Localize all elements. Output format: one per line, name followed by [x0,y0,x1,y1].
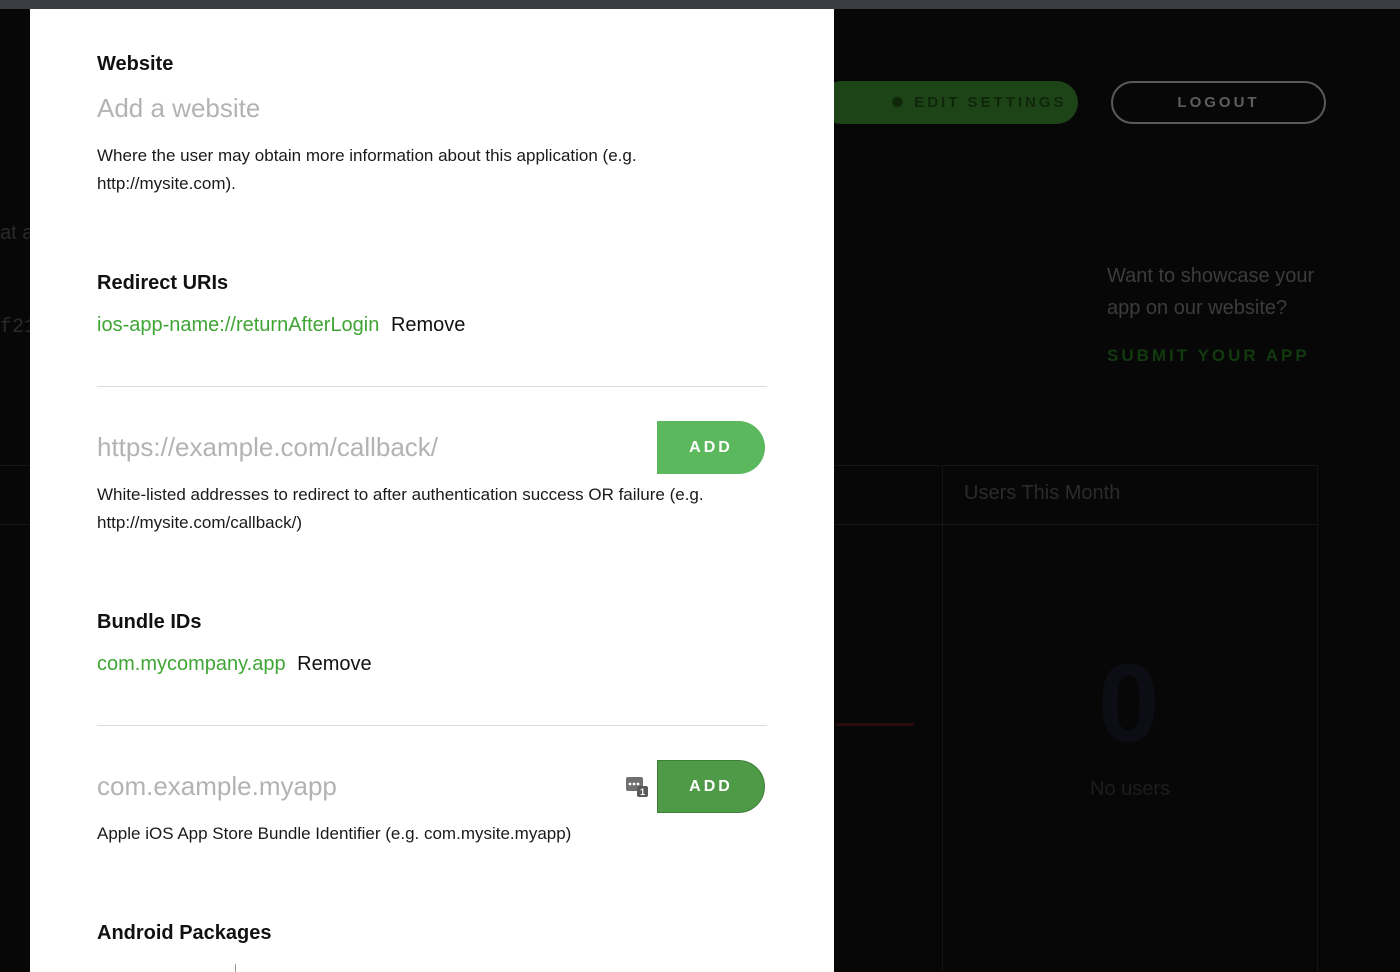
users-empty-text: No users [1090,778,1171,800]
redirect-uri-remove-button[interactable]: Remove [391,314,465,336]
window-top-strip [0,0,1400,9]
logout-button[interactable]: LOGOUT [1111,81,1326,124]
website-input[interactable]: Add a website [97,93,260,124]
add-bundle-id-button[interactable]: ADD [657,760,765,813]
stats-divider [1317,465,1318,972]
redirect-uris-divider [97,386,767,387]
redirect-uris-title: Redirect URIs [97,272,229,294]
website-help-text: Where the user may obtain more informati… [97,146,637,193]
edit-settings-button[interactable]: ✺ EDIT SETTINGS [820,81,1078,124]
android-packages-title: Android Packages [97,922,272,944]
bundle-id-entry: com.mycompany.app Remove [97,653,372,676]
app-settings-modal: Website Add a website Where the user may… [30,9,834,972]
submit-app-link[interactable]: SUBMIT YOUR APP [1107,346,1310,366]
svg-text:1: 1 [640,787,645,797]
bundle-ids-help-text: Apple iOS App Store Bundle Identifier (e… [97,824,572,843]
users-count: 0 [1098,642,1160,765]
bundle-id-value[interactable]: com.mycompany.app [97,653,286,675]
stats-divider [942,465,943,972]
bundle-ids-title: Bundle IDs [97,611,202,633]
text-cursor-mark [235,964,236,972]
redirect-uri-value[interactable]: ios-app-name://returnAfterLogin [97,314,379,336]
redirect-uri-entry: ios-app-name://returnAfterLogin Remove [97,314,465,337]
website-title: Website [97,53,174,75]
chart-line-fragment [836,723,914,726]
bundle-ids-divider [97,725,767,726]
users-this-month-header: Users This Month [964,482,1121,504]
bundle-id-remove-button[interactable]: Remove [297,653,371,675]
password-manager-icon[interactable]: 1 [625,774,649,798]
bundle-id-input[interactable]: com.example.myapp [97,771,337,802]
redirect-uri-input[interactable]: https://example.com/callback/ [97,432,438,463]
add-redirect-uri-button[interactable]: ADD [657,421,765,474]
showcase-text: Want to showcase your app on our website… [1107,265,1315,319]
edit-settings-label: EDIT SETTINGS [914,94,1067,111]
redirect-uris-help-text: White-listed addresses to redirect to af… [97,485,704,532]
gear-icon: ✺ [891,94,907,110]
background-text-fragment: at a [0,222,34,244]
